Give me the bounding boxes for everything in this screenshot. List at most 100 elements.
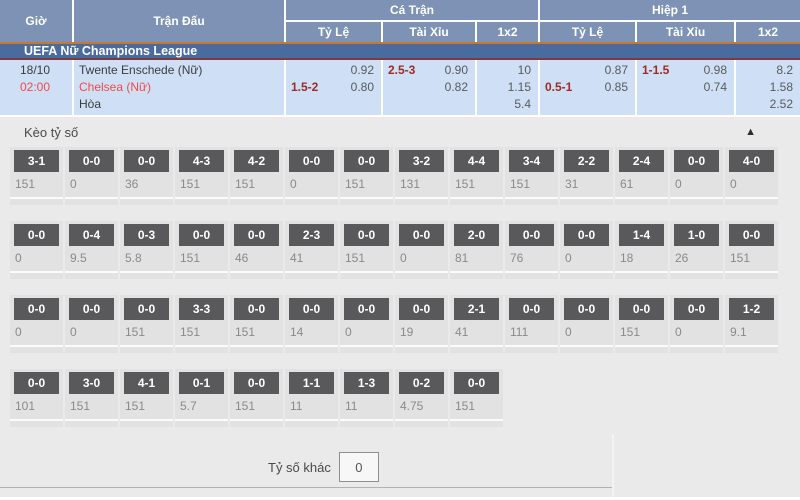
score-input-underline[interactable] xyxy=(505,197,558,199)
score-input-underline[interactable] xyxy=(505,345,558,347)
h1-over-odds[interactable]: 0.98 xyxy=(704,62,727,79)
score-input-underline[interactable] xyxy=(120,271,173,273)
score-input-underline[interactable] xyxy=(65,345,118,347)
h1-under-odds[interactable]: 0.74 xyxy=(642,79,727,96)
score-input-underline[interactable] xyxy=(450,419,503,421)
score-input-underline[interactable] xyxy=(285,345,338,347)
ft-over-odds[interactable]: 0.90 xyxy=(445,62,468,79)
score-cell[interactable]: 0-019 xyxy=(395,295,448,353)
score-input-underline[interactable] xyxy=(175,197,228,199)
score-cell[interactable]: 2-461 xyxy=(615,147,668,205)
score-input-underline[interactable] xyxy=(120,197,173,199)
score-input-underline[interactable] xyxy=(670,271,723,273)
score-cell[interactable]: 0-00 xyxy=(285,147,338,205)
score-input-underline[interactable] xyxy=(230,419,283,421)
score-cell[interactable]: 0-0151 xyxy=(615,295,668,353)
score-input-underline[interactable] xyxy=(340,271,393,273)
h1-1x2-draw[interactable]: 2.52 xyxy=(741,96,793,113)
home-team[interactable]: Twente Enschede (Nữ) xyxy=(79,62,277,79)
score-input-underline[interactable] xyxy=(395,345,448,347)
score-cell[interactable]: 0-49.5 xyxy=(65,221,118,279)
score-input-underline[interactable] xyxy=(230,271,283,273)
h1-1x2-cell[interactable]: 8.2 1.58 2.52 xyxy=(736,60,800,115)
score-cell[interactable]: 0-00 xyxy=(560,221,613,279)
score-cell[interactable]: 0-00 xyxy=(670,295,723,353)
score-cell[interactable]: 2-341 xyxy=(285,221,338,279)
score-input-underline[interactable] xyxy=(395,419,448,421)
score-cell[interactable]: 0-00 xyxy=(670,147,723,205)
score-cell[interactable]: 4-4151 xyxy=(450,147,503,205)
score-cell[interactable]: 0-15.7 xyxy=(175,369,228,427)
score-input-underline[interactable] xyxy=(65,419,118,421)
ft-handicap-away-odds[interactable]: 0.80 xyxy=(351,79,374,96)
h1-handicap-home-odds[interactable]: 0.87 xyxy=(545,62,628,79)
score-cell[interactable]: 0-036 xyxy=(120,147,173,205)
ft-1x2-draw[interactable]: 5.4 xyxy=(482,96,531,113)
score-cell[interactable]: 0-00 xyxy=(10,295,63,353)
ft-1x2-home[interactable]: 10 xyxy=(482,62,531,79)
score-input-underline[interactable] xyxy=(340,345,393,347)
score-input-underline[interactable] xyxy=(175,271,228,273)
other-score-input[interactable]: 0 xyxy=(339,452,379,482)
score-cell[interactable]: 0-00 xyxy=(65,147,118,205)
score-input-underline[interactable] xyxy=(120,419,173,421)
score-input-underline[interactable] xyxy=(230,197,283,199)
score-cell[interactable]: 4-1151 xyxy=(120,369,173,427)
ft-overunder-cell[interactable]: 2.5-3 0.90 0.82 xyxy=(383,60,475,115)
score-input-underline[interactable] xyxy=(670,345,723,347)
score-input-underline[interactable] xyxy=(10,345,63,347)
score-cell[interactable]: 0-00 xyxy=(560,295,613,353)
score-input-underline[interactable] xyxy=(505,271,558,273)
score-cell[interactable]: 0-0151 xyxy=(725,221,778,279)
score-input-underline[interactable] xyxy=(560,345,613,347)
score-cell[interactable]: 0-076 xyxy=(505,221,558,279)
ft-handicap-home-odds[interactable]: 0.92 xyxy=(291,62,374,79)
h1-handicap-away-odds[interactable]: 0.85 xyxy=(605,79,628,96)
score-input-underline[interactable] xyxy=(340,419,393,421)
score-cell[interactable]: 0-0151 xyxy=(340,147,393,205)
score-cell[interactable]: 4-00 xyxy=(725,147,778,205)
ft-under-odds[interactable]: 0.82 xyxy=(388,79,468,96)
score-cell[interactable]: 0-046 xyxy=(230,221,283,279)
score-input-underline[interactable] xyxy=(560,271,613,273)
score-cell[interactable]: 3-4151 xyxy=(505,147,558,205)
score-input-underline[interactable] xyxy=(120,345,173,347)
score-cell[interactable]: 0-0151 xyxy=(230,295,283,353)
score-cell[interactable]: 0-0151 xyxy=(175,221,228,279)
score-cell[interactable]: 0-014 xyxy=(285,295,338,353)
score-input-underline[interactable] xyxy=(450,271,503,273)
collapse-icon[interactable]: ▲ xyxy=(745,126,756,138)
score-input-underline[interactable] xyxy=(10,271,63,273)
score-cell[interactable]: 4-2151 xyxy=(230,147,283,205)
score-cell[interactable]: 1-026 xyxy=(670,221,723,279)
score-input-underline[interactable] xyxy=(450,345,503,347)
score-input-underline[interactable] xyxy=(615,271,668,273)
score-input-underline[interactable] xyxy=(285,419,338,421)
score-cell[interactable]: 2-081 xyxy=(450,221,503,279)
score-input-underline[interactable] xyxy=(615,345,668,347)
score-cell[interactable]: 0-0101 xyxy=(10,369,63,427)
score-cell[interactable]: 4-3151 xyxy=(175,147,228,205)
score-cell[interactable]: 1-111 xyxy=(285,369,338,427)
score-cell[interactable]: 3-0151 xyxy=(65,369,118,427)
score-cell[interactable]: 2-141 xyxy=(450,295,503,353)
h1-1x2-home[interactable]: 8.2 xyxy=(741,62,793,79)
score-input-underline[interactable] xyxy=(175,345,228,347)
h1-overunder-cell[interactable]: 1-1.5 0.98 0.74 xyxy=(637,60,734,115)
score-input-underline[interactable] xyxy=(725,197,778,199)
score-cell[interactable]: 0-24.75 xyxy=(395,369,448,427)
score-cell[interactable]: 0-00 xyxy=(340,295,393,353)
score-input-underline[interactable] xyxy=(340,197,393,199)
score-input-underline[interactable] xyxy=(725,345,778,347)
score-cell[interactable]: 2-231 xyxy=(560,147,613,205)
score-input-underline[interactable] xyxy=(450,197,503,199)
score-cell[interactable]: 0-0151 xyxy=(340,221,393,279)
h1-1x2-away[interactable]: 1.58 xyxy=(741,79,793,96)
score-input-underline[interactable] xyxy=(65,271,118,273)
ft-1x2-away[interactable]: 1.15 xyxy=(482,79,531,96)
score-input-underline[interactable] xyxy=(10,419,63,421)
score-input-underline[interactable] xyxy=(670,197,723,199)
h1-handicap-cell[interactable]: 0.87 0.5-1 0.85 xyxy=(540,60,635,115)
score-input-underline[interactable] xyxy=(230,345,283,347)
score-input-underline[interactable] xyxy=(560,197,613,199)
